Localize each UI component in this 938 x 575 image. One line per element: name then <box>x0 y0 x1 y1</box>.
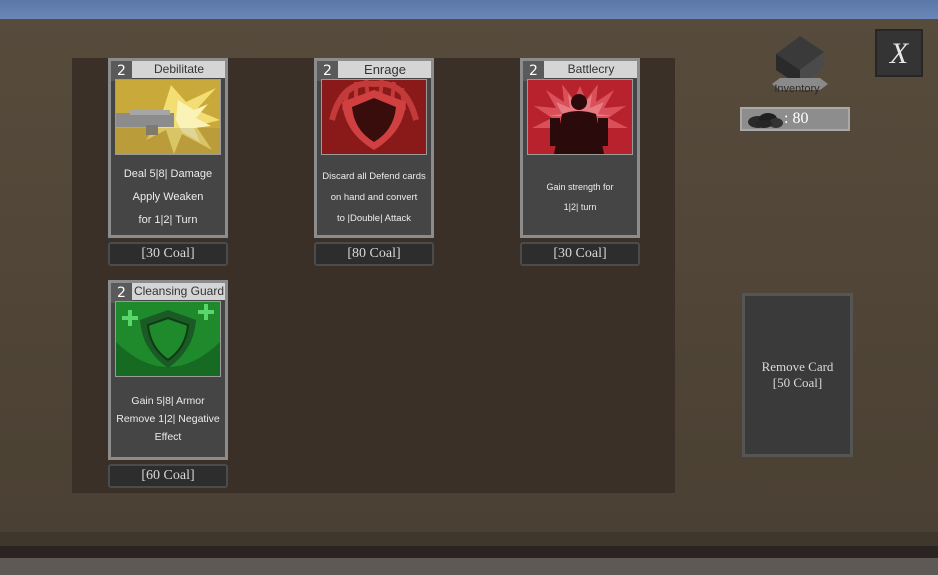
red-shield-art <box>321 79 427 155</box>
card-desc-line: Remove 1|2| Negative <box>116 413 220 425</box>
shop-card-cleansing-guard[interactable]: 2 Cleansing Guard Gain 5|8| Armor Remove… <box>108 280 228 460</box>
green-shield-icon <box>116 302 220 376</box>
shadow-warrior-icon <box>528 80 632 154</box>
card-desc-line: Gain 5|8| Armor <box>131 395 205 407</box>
floor-shadow <box>0 546 938 558</box>
shop-card-battlecry[interactable]: 2 Battlecry Gain strength for 1|2| turn <box>520 58 640 238</box>
card-energy-cost: 2 <box>317 61 338 81</box>
card-description: Gain strength for 1|2| turn <box>527 161 633 233</box>
card-desc-line: Deal 5|8| Damage <box>123 167 213 180</box>
coal-amount: : 80 <box>784 110 809 127</box>
card-description: Discard all Defend cards on hand and con… <box>321 161 427 233</box>
remove-card-label: Remove Card <box>761 359 834 374</box>
card-desc-line: Apply Weaken <box>132 190 204 203</box>
gun-blast-art <box>115 79 221 155</box>
card-desc-line: Gain strength for <box>546 182 614 192</box>
card-desc-line: Effect <box>154 431 182 443</box>
card-desc-line: to |Double| Attack <box>336 212 412 224</box>
inventory-label: Inventory <box>774 83 820 95</box>
card-title: Debilitate <box>153 62 205 76</box>
sky-strip <box>0 0 938 19</box>
floor <box>0 558 938 575</box>
svg-text:X: X <box>889 37 910 70</box>
card-desc-line: for 1|2| Turn <box>138 213 198 226</box>
card-desc-line: 1|2| turn <box>563 202 597 212</box>
card-title: Enrage <box>364 62 406 77</box>
gun-blast-icon <box>116 80 220 154</box>
buy-debilitate-button[interactable]: [30 Coal] <box>108 242 228 266</box>
card-desc-line: on hand and convert <box>330 191 418 203</box>
coal-icon <box>748 113 783 128</box>
shop-card-enrage[interactable]: 2 Enrage Discard all Defend cards on han… <box>314 58 434 238</box>
card-desc-line: Discard all Defend cards <box>322 170 426 182</box>
card-energy-cost: 2 <box>111 283 132 303</box>
card-description: Deal 5|8| Damage Apply Weaken for 1|2| T… <box>115 161 221 233</box>
close-icon: X <box>889 37 910 70</box>
close-button[interactable]: X <box>875 29 923 77</box>
card-description: Gain 5|8| Armor Remove 1|2| Negative Eff… <box>115 383 221 455</box>
red-shield-icon <box>322 80 426 154</box>
coal-counter: : 80 <box>740 107 850 131</box>
green-shield-art <box>115 301 221 377</box>
remove-card-button[interactable]: Remove Card [50 Coal] <box>742 293 853 457</box>
buy-enrage-button[interactable]: [80 Coal] <box>314 242 434 266</box>
card-energy-cost: 2 <box>523 61 544 81</box>
card-title: Cleansing Guard <box>133 284 225 298</box>
card-title: Battlecry <box>567 62 615 76</box>
buy-battlecry-button[interactable]: [30 Coal] <box>520 242 640 266</box>
shop-card-debilitate[interactable]: 2 Debilitate Deal 5|8| Damage Apply Weak… <box>108 58 228 238</box>
buy-cleansing-guard-button[interactable]: [60 Coal] <box>108 464 228 488</box>
board-edge <box>0 532 938 546</box>
card-energy-cost: 2 <box>111 61 132 81</box>
shadow-warrior-art <box>527 79 633 155</box>
remove-card-price: [50 Coal] <box>772 375 823 390</box>
